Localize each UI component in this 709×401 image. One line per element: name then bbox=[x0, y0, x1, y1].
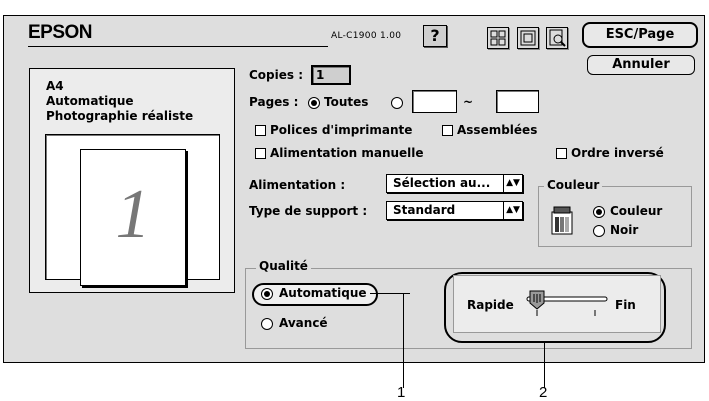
pages-range-radio[interactable] bbox=[391, 97, 403, 109]
quality-advanced-radio[interactable] bbox=[261, 318, 273, 330]
copies-label: Copies : bbox=[249, 68, 304, 82]
quality-fine-label: Fin bbox=[615, 298, 636, 312]
quality-slider[interactable] bbox=[523, 290, 609, 320]
media-type-value: Standard bbox=[393, 203, 456, 217]
black-radio-label: Noir bbox=[610, 223, 639, 237]
manual-feed-label: Alimentation manuelle bbox=[270, 146, 424, 160]
color-radio-label: Couleur bbox=[610, 204, 663, 218]
paper-source-value: Sélection au... bbox=[393, 176, 491, 190]
paper-source-label: Alimentation : bbox=[249, 178, 346, 192]
quality-fast-label: Rapide bbox=[467, 298, 514, 312]
chevron-updown-icon: ▲▼ bbox=[503, 175, 522, 192]
media-type-select[interactable]: Standard ▲▼ bbox=[386, 201, 523, 220]
cancel-button[interactable]: Annuler bbox=[587, 55, 695, 75]
epson-logo: EPSON bbox=[28, 22, 93, 43]
summary-source: Automatique bbox=[46, 94, 134, 108]
quality-auto-radio[interactable] bbox=[261, 288, 273, 300]
page-number: 1 bbox=[115, 176, 151, 253]
color-radio[interactable] bbox=[593, 206, 605, 218]
callout-line-1-h bbox=[370, 293, 410, 294]
esc-page-button[interactable]: ESC/Page bbox=[582, 22, 698, 48]
pages-label: Pages : bbox=[249, 95, 299, 109]
printer-fonts-checkbox[interactable] bbox=[255, 125, 266, 136]
ink-cartridge-icon bbox=[548, 205, 576, 237]
quality-advanced-label: Avancé bbox=[279, 316, 328, 330]
preview-icon[interactable] bbox=[546, 27, 568, 49]
quality-auto-label: Automatique bbox=[279, 286, 367, 300]
reverse-order-label: Ordre inversé bbox=[571, 146, 664, 160]
summary-media: Photographie réaliste bbox=[46, 109, 194, 123]
pages-from-input[interactable] bbox=[412, 90, 457, 113]
collate-label: Assemblées bbox=[457, 123, 538, 137]
callout-2: 2 bbox=[539, 384, 548, 401]
layout-icon[interactable] bbox=[487, 27, 509, 49]
reverse-order-checkbox[interactable] bbox=[556, 148, 567, 159]
media-type-label: Type de support : bbox=[249, 204, 368, 218]
pages-to-input[interactable] bbox=[496, 90, 539, 113]
callout-line-1-v bbox=[403, 293, 404, 388]
pages-range-separator: ~ bbox=[463, 95, 474, 109]
color-group-title: Couleur bbox=[544, 178, 603, 192]
black-radio[interactable] bbox=[593, 225, 605, 237]
printer-model: AL-C1900 1.00 bbox=[331, 31, 402, 41]
paper-source-select[interactable]: Sélection au... ▲▼ bbox=[386, 174, 523, 193]
copies-input[interactable]: 1 bbox=[311, 65, 351, 85]
summary-paper-size: A4 bbox=[46, 79, 64, 93]
printer-fonts-label: Polices d'imprimante bbox=[270, 123, 413, 137]
collate-checkbox[interactable] bbox=[442, 125, 453, 136]
help-button[interactable]: ? bbox=[423, 25, 447, 47]
page-setup-icon[interactable] bbox=[517, 27, 539, 49]
callout-line-2-v bbox=[544, 343, 545, 388]
manual-feed-checkbox[interactable] bbox=[255, 148, 266, 159]
pages-all-label: Toutes bbox=[324, 95, 369, 109]
pages-all-radio[interactable] bbox=[308, 97, 320, 109]
chevron-updown-icon: ▲▼ bbox=[503, 202, 522, 219]
callout-1: 1 bbox=[397, 384, 406, 401]
quality-group-title: Qualité bbox=[256, 259, 311, 273]
page-preview: 1 bbox=[80, 149, 186, 286]
header-divider bbox=[28, 46, 328, 47]
